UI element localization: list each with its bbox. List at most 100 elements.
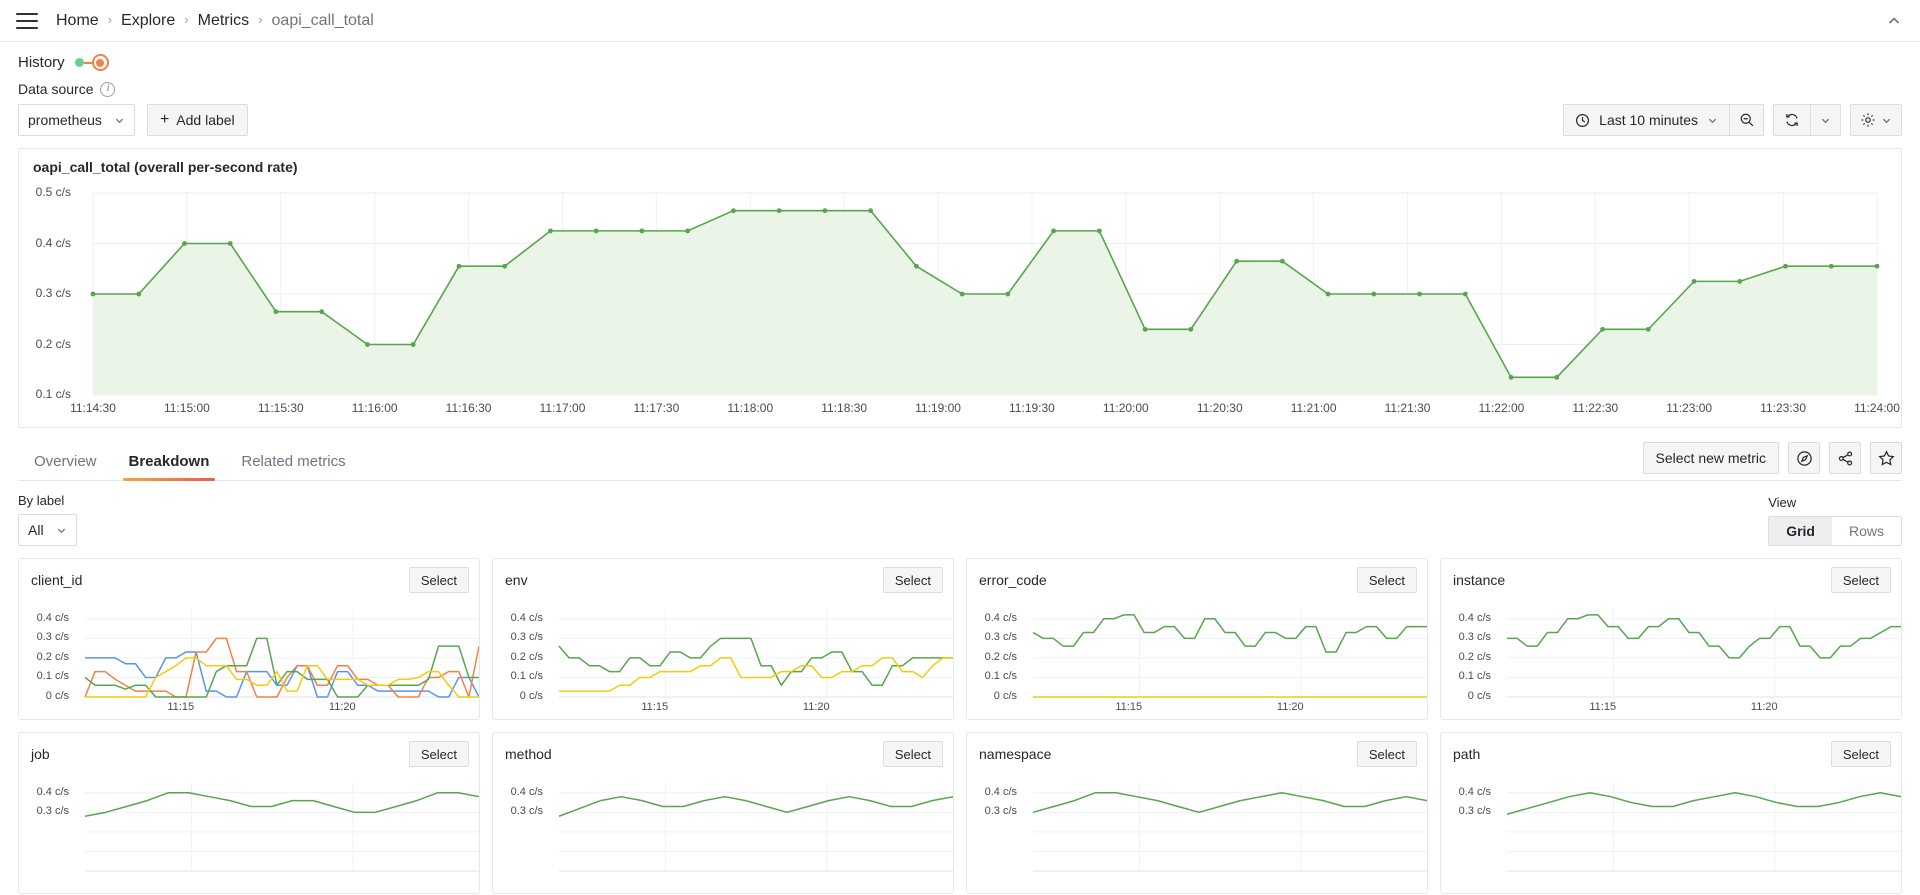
data-point xyxy=(1691,278,1697,284)
bookmark-button[interactable] xyxy=(1870,442,1902,474)
select-button-namespace[interactable]: Select xyxy=(1356,741,1417,767)
panel-x-tick-label: 11:20 xyxy=(328,701,356,713)
x-axis-tick-label: 11:14:30 xyxy=(70,401,116,415)
x-axis-tick-label: 11:23:00 xyxy=(1666,401,1713,415)
panel-x-tick-label: 11:15 xyxy=(167,701,195,713)
settings-button[interactable] xyxy=(1850,104,1902,136)
panel-chart-error_code[interactable]: 0 c/s 0.1 c/s 0.2 c/s 0.3 c/s 0.4 c/s 11:15 11… xyxy=(967,601,1427,719)
data-point xyxy=(959,291,965,297)
refresh-group xyxy=(1773,104,1841,136)
panel-x-tick-label: 11:20 xyxy=(1276,701,1304,713)
y-axis-tick-label: 0.4 c/s xyxy=(35,235,71,250)
select-button-error_code[interactable]: Select xyxy=(1356,567,1417,593)
select-button-job[interactable]: Select xyxy=(408,741,469,767)
data-point xyxy=(456,263,462,269)
y-axis-tick-label: 0.3 c/s xyxy=(35,286,71,300)
tab-overview[interactable]: Overview xyxy=(18,445,113,480)
panel-title: namespace xyxy=(979,746,1052,762)
select-button-env[interactable]: Select xyxy=(882,567,943,593)
panel-y-tick-label: 0 c/s xyxy=(993,690,1017,702)
x-axis-tick-label: 11:17:00 xyxy=(539,401,586,415)
view-option-grid[interactable]: Grid xyxy=(1769,517,1832,545)
panel-chart-namespace[interactable]: 0.3 c/s 0.4 c/s xyxy=(967,775,1427,893)
panel-y-tick-label: 0.2 c/s xyxy=(984,650,1017,663)
zoom-out-button[interactable] xyxy=(1730,104,1764,136)
panel-y-tick-label: 0.4 c/s xyxy=(510,611,543,624)
panel-chart-path[interactable]: 0.3 c/s 0.4 c/s xyxy=(1441,775,1901,893)
select-button-instance[interactable]: Select xyxy=(1830,567,1891,593)
plus-icon: + xyxy=(159,111,170,128)
panel-x-tick-label: 11:15 xyxy=(1115,701,1143,713)
select-button-method[interactable]: Select xyxy=(882,741,943,767)
panel-y-tick-label: 0.3 c/s xyxy=(1458,805,1491,818)
datasource-section: Data source i prometheus + Add label Las… xyxy=(0,71,1920,136)
breadcrumb: Home › Explore › Metrics › oapi_call_total xyxy=(56,12,374,30)
time-controls-toolbar: Last 10 minutes xyxy=(1563,104,1902,136)
datasource-select[interactable]: prometheus xyxy=(18,104,135,136)
data-point xyxy=(1096,228,1102,234)
panel-y-tick-label: 0.3 c/s xyxy=(510,631,543,644)
x-axis-tick-label: 11:15:00 xyxy=(163,401,210,415)
tab-breakdown[interactable]: Breakdown xyxy=(113,445,226,481)
data-point xyxy=(1279,258,1285,264)
by-label-select[interactable]: All xyxy=(18,514,77,546)
top-navigation-bar: Home › Explore › Metrics › oapi_call_total xyxy=(0,0,1920,42)
history-current-step-icon xyxy=(91,54,109,71)
breadcrumb-item-home[interactable]: Home xyxy=(56,12,99,30)
panel-header: client_id Select xyxy=(19,559,479,601)
open-in-explore-button[interactable] xyxy=(1788,442,1820,474)
main-chart[interactable]: 0.1 c/s 0.2 c/s 0.3 c/s 0.4 c/s 0.5 c/s 11:14… xyxy=(19,179,1901,427)
panel-y-tick-label: 0.3 c/s xyxy=(510,805,543,818)
series-line xyxy=(1032,792,1427,814)
panel-chart-job[interactable]: 0.3 c/s 0.4 c/s xyxy=(19,775,479,893)
panel-y-tick-label: 0.1 c/s xyxy=(510,670,543,683)
y-axis-tick-label: 0.5 c/s xyxy=(35,185,71,199)
panel-y-tick-label: 0.3 c/s xyxy=(984,805,1017,818)
datasource-controls: prometheus + Add label Last 10 minutes xyxy=(18,104,1902,136)
select-button-client_id[interactable]: Select xyxy=(408,567,469,593)
x-axis-tick-label: 11:20:00 xyxy=(1102,401,1149,415)
by-label-value: All xyxy=(28,522,44,538)
panel-chart-client_id[interactable]: 0 c/s 0.1 c/s 0.2 c/s 0.3 c/s 0.4 c/s 11:15 11… xyxy=(19,601,479,719)
data-point xyxy=(593,228,599,234)
refresh-interval-dropdown[interactable] xyxy=(1811,104,1841,136)
breadcrumb-item-metrics[interactable]: Metrics xyxy=(198,12,250,30)
breadcrumb-item-explore[interactable]: Explore xyxy=(121,12,175,30)
info-circle-icon[interactable]: i xyxy=(100,81,116,97)
select-new-metric-button[interactable]: Select new metric xyxy=(1642,442,1779,474)
panel-chart-method[interactable]: 0.3 c/s 0.4 c/s xyxy=(493,775,953,893)
data-point xyxy=(1417,291,1422,297)
data-point xyxy=(182,241,187,246)
time-range-picker[interactable]: Last 10 minutes xyxy=(1563,104,1730,136)
breadcrumb-separator: › xyxy=(258,12,263,27)
tab-related-metrics[interactable]: Related metrics xyxy=(225,445,361,480)
select-button-path[interactable]: Select xyxy=(1830,741,1891,767)
share-button[interactable] xyxy=(1829,442,1861,474)
panel-x-tick-label: 11:15 xyxy=(641,701,669,713)
view-option-rows[interactable]: Rows xyxy=(1831,517,1901,545)
panel-y-tick-label: 0.3 c/s xyxy=(36,805,69,818)
y-axis-tick-label: 0.2 c/s xyxy=(35,336,71,351)
breakdown-panel-error_code: error_code Select 0 c/s 0.1 c/s 0.2 c/s 0.3 c… xyxy=(966,558,1428,720)
add-label-button[interactable]: + Add label xyxy=(146,104,248,136)
panel-y-tick-label: 0.4 c/s xyxy=(36,785,69,798)
panel-chart-svg xyxy=(1032,609,1427,698)
view-toggle: Grid Rows xyxy=(1768,516,1902,546)
data-point xyxy=(731,208,736,214)
refresh-button[interactable] xyxy=(1773,104,1811,136)
share-nodes-icon xyxy=(1838,450,1852,466)
breadcrumb-item-oapi-call-total: oapi_call_total xyxy=(271,11,374,29)
hamburger-menu-icon[interactable] xyxy=(16,12,38,29)
panel-chart-instance[interactable]: 0 c/s 0.1 c/s 0.2 c/s 0.3 c/s 0.4 c/s 11:15 11… xyxy=(1441,601,1901,719)
panel-chart-env[interactable]: 0 c/s 0.1 c/s 0.2 c/s 0.3 c/s 0.4 c/s 11:15 11… xyxy=(493,601,953,719)
breakdown-panel-client_id: client_id Select 0 c/s 0.1 c/s 0.2 c/s 0.3 c/… xyxy=(18,558,480,720)
data-point xyxy=(1508,374,1514,380)
chevron-up-icon[interactable] xyxy=(1886,13,1902,29)
datasource-label-row: Data source i xyxy=(18,81,1902,97)
breakdown-panel-instance: instance Select 0 c/s 0.1 c/s 0.2 c/s 0.3 c/s… xyxy=(1440,558,1902,720)
clock-icon xyxy=(1576,113,1590,127)
history-toggle[interactable] xyxy=(74,54,109,71)
y-axis-tick-label: 0.1 c/s xyxy=(35,387,71,401)
data-point xyxy=(90,291,96,297)
breakdown-panel-path: path Select 0.3 c/s 0.4 c/s xyxy=(1440,732,1902,894)
